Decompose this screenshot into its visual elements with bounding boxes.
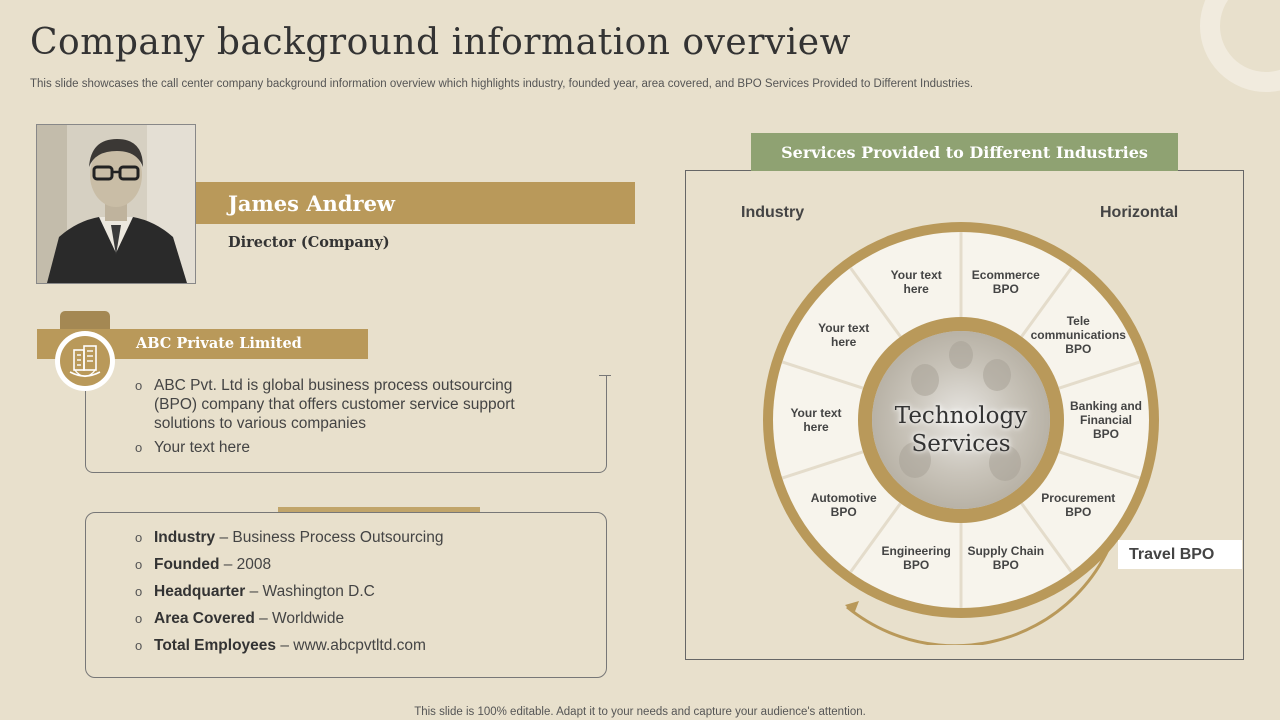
- box-corner-tick: [599, 375, 611, 376]
- travel-bpo-callout: Travel BPO: [1118, 540, 1242, 569]
- building-globe-icon: [69, 345, 101, 378]
- detail-item: Headquarter – Washington D.C: [135, 582, 595, 601]
- detail-item: Industry – Business Process Outsourcing: [135, 528, 595, 547]
- detail-item: Founded – 2008: [135, 555, 595, 574]
- profile-name-bar: James Andrew: [196, 182, 635, 224]
- page-subtitle: This slide showcases the call center com…: [30, 78, 974, 90]
- company-bullet: ABC Pvt. Ltd is global business process …: [135, 376, 530, 433]
- person-portrait-icon: [37, 125, 195, 283]
- profile-photo: [36, 124, 196, 284]
- company-details-list: Industry – Business Process Outsourcing …: [135, 528, 595, 663]
- detail-item: Area Covered – Worldwide: [135, 609, 595, 628]
- footer-note: This slide is 100% editable. Adapt it to…: [414, 706, 866, 718]
- org-badge: [55, 331, 115, 391]
- detail-item: Total Employees – www.abcpvtltd.com: [135, 636, 595, 655]
- org-banner-tab: [60, 311, 110, 331]
- org-name: ABC Private Limited: [136, 335, 302, 352]
- center-label: Technology Services: [894, 403, 1028, 457]
- services-title: Services Provided to Different Industrie…: [781, 143, 1148, 162]
- profile-role: Director (Company): [228, 234, 390, 251]
- decorative-ring: [1200, 0, 1280, 92]
- company-bullets: ABC Pvt. Ltd is global business process …: [135, 376, 530, 462]
- company-bullet: Your text here: [135, 438, 530, 457]
- travel-bpo-label: Travel BPO: [1129, 546, 1215, 563]
- services-title-bar: Services Provided to Different Industrie…: [751, 133, 1178, 171]
- page-title: Company background information overview: [30, 22, 851, 63]
- profile-name: James Andrew: [228, 191, 396, 216]
